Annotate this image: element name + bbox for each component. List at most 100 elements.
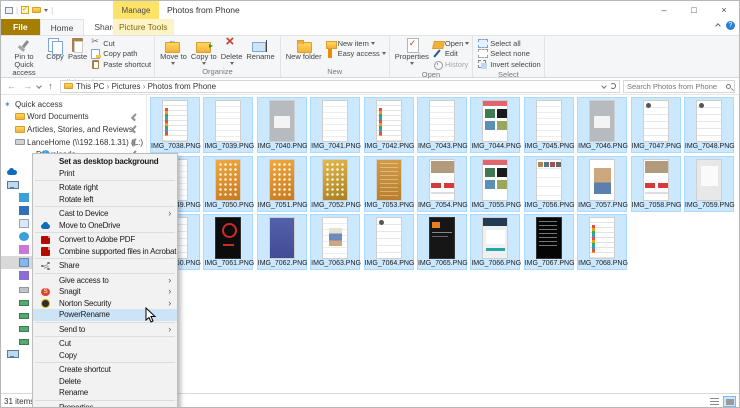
file-img-7039-png[interactable]: IMG_7039.PNG: [203, 97, 253, 153]
menu-item-rotate-right[interactable]: Rotate right: [33, 182, 177, 194]
menu-item-snagit[interactable]: SSnagit›: [33, 286, 177, 298]
qat-dropdown-icon[interactable]: [44, 9, 48, 12]
forward-button[interactable]: →: [21, 81, 34, 91]
ribbon-paste-shortcut-button[interactable]: Paste shortcut: [91, 59, 151, 70]
menu-item-copy[interactable]: Copy: [33, 350, 177, 362]
ribbon-edit-button[interactable]: Edit: [433, 49, 469, 60]
sidebar-item-word-documents[interactable]: Word Documents: [1, 111, 146, 124]
maximize-button[interactable]: □: [679, 1, 709, 19]
file-img-7038-png[interactable]: IMG_7038.PNG: [150, 97, 200, 153]
menu-item-cast-to-device[interactable]: Cast to Device›: [33, 208, 177, 220]
file-img-7067-png[interactable]: IMG_7067.PNG: [524, 214, 574, 270]
file-img-7057-png[interactable]: IMG_7057.PNG: [577, 156, 627, 212]
ribbon-copy-button[interactable]: Copy: [44, 37, 66, 62]
desktop-icon: [19, 206, 29, 215]
close-button[interactable]: ×: [709, 1, 739, 19]
menu-item-move-to-onedrive[interactable]: Move to OneDrive: [33, 220, 177, 232]
ribbon-select-none-button[interactable]: Select none: [478, 49, 540, 60]
menu-item-send-to[interactable]: Send to›: [33, 324, 177, 336]
breadcrumb-item-this-pc[interactable]: This PC: [76, 82, 104, 91]
file-thumbnail: [643, 159, 669, 201]
file-img-7047-png[interactable]: IMG_7047.PNG: [631, 97, 681, 153]
menu-item-convert-to-adobe-pdf[interactable]: Convert to Adobe PDF: [33, 234, 177, 246]
details-view-button[interactable]: [708, 396, 721, 407]
file-img-7064-png[interactable]: IMG_7064.PNG: [364, 214, 414, 270]
qat-folder-icon[interactable]: [32, 7, 41, 13]
file-img-7065-png[interactable]: IMG_7065.PNG: [417, 214, 467, 270]
menu-item-delete[interactable]: Delete: [33, 376, 177, 388]
menu-item-cut[interactable]: Cut: [33, 338, 177, 350]
collapse-ribbon-icon[interactable]: [715, 23, 721, 29]
back-button[interactable]: ←: [5, 81, 18, 91]
file-thumbnail: [215, 100, 241, 142]
file-img-7063-png[interactable]: IMG_7063.PNG: [310, 214, 360, 270]
breadcrumb-item-pictures[interactable]: Pictures: [112, 82, 141, 91]
file-img-7061-png[interactable]: IMG_7061.PNG: [203, 214, 253, 270]
menu-item-rename[interactable]: Rename: [33, 387, 177, 399]
dropdown-icon: [465, 42, 469, 45]
breadcrumb[interactable]: This PC › Pictures › Photos from Phone: [60, 80, 620, 93]
file-img-7055-png[interactable]: IMG_7055.PNG: [470, 156, 520, 212]
ribbon-copy-path-button[interactable]: Copy path: [91, 49, 151, 60]
up-button[interactable]: ↑: [44, 81, 57, 91]
menu-item-share[interactable]: Share: [33, 260, 177, 272]
ribbon-open-button[interactable]: Open: [433, 38, 469, 49]
file-img-7062-png[interactable]: IMG_7062.PNG: [257, 214, 307, 270]
help-icon[interactable]: ?: [726, 21, 735, 30]
ribbon-new-item-button[interactable]: New item: [326, 38, 386, 49]
file-img-7068-png[interactable]: IMG_7068.PNG: [577, 214, 627, 270]
file-img-7051-png[interactable]: IMG_7051.PNG: [257, 156, 307, 212]
address-dropdown-icon[interactable]: [601, 83, 607, 89]
file-img-7048-png[interactable]: IMG_7048.PNG: [684, 97, 734, 153]
file-img-7066-png[interactable]: IMG_7066.PNG: [470, 214, 520, 270]
sidebar-item-articles-stories-and-reviews[interactable]: Articles, Stories, and Reviews: [1, 123, 146, 136]
minimize-button[interactable]: –: [649, 1, 679, 19]
file-img-7058-png[interactable]: IMG_7058.PNG: [631, 156, 681, 212]
menu-item-create-shortcut[interactable]: Create shortcut: [33, 364, 177, 376]
file-img-7043-png[interactable]: IMG_7043.PNG: [417, 97, 467, 153]
qat-properties-icon[interactable]: [21, 6, 29, 14]
refresh-icon[interactable]: [610, 83, 616, 89]
ribbon-move-to-button[interactable]: Move to: [158, 37, 189, 66]
file-img-7041-png[interactable]: IMG_7041.PNG: [310, 97, 360, 153]
file-img-7053-png[interactable]: IMG_7053.PNG: [364, 156, 414, 212]
file-img-7050-png[interactable]: IMG_7050.PNG: [203, 156, 253, 212]
file-thumbnail: [589, 217, 615, 259]
ribbon-history-button[interactable]: History: [433, 59, 469, 70]
file-img-7046-png[interactable]: IMG_7046.PNG: [577, 97, 627, 153]
search-input[interactable]: [627, 82, 726, 91]
file-img-7044-png[interactable]: IMG_7044.PNG: [470, 97, 520, 153]
ribbon-delete-button[interactable]: Delete: [219, 37, 245, 66]
ribbon-rename-button[interactable]: Rename: [244, 37, 276, 62]
menu-item-print[interactable]: Print: [33, 168, 177, 180]
file-img-7056-png[interactable]: IMG_7056.PNG: [524, 156, 574, 212]
pdf-icon: [41, 236, 50, 245]
sidebar-item-quick-access[interactable]: ✶Quick access: [1, 98, 146, 111]
file-img-7052-png[interactable]: IMG_7052.PNG: [310, 156, 360, 212]
pictures-icon: [19, 258, 29, 267]
tab-home[interactable]: Home: [40, 19, 85, 35]
ribbon-easy-access-button[interactable]: Easy access: [326, 49, 386, 60]
ribbon-select-all-button[interactable]: Select all: [478, 38, 540, 49]
tab-picture-tools[interactable]: Picture Tools: [113, 19, 174, 35]
ribbon-properties-button[interactable]: Properties: [393, 37, 431, 66]
tab-file[interactable]: File: [1, 19, 40, 35]
ribbon-cut-button[interactable]: Cut: [91, 38, 151, 49]
sidebar-item-lancehome-192-168-1-31-l[interactable]: LanceHome (\\192.168.1.31) (L:): [1, 136, 146, 149]
menu-item-set-as-desktop-background[interactable]: Set as desktop background: [33, 156, 177, 168]
ribbon-new-folder-button[interactable]: New folder: [284, 37, 324, 62]
file-img-7042-png[interactable]: IMG_7042.PNG: [364, 97, 414, 153]
ribbon-copy-to-button[interactable]: Copy to: [189, 37, 219, 66]
ribbon-paste-button[interactable]: Paste: [66, 37, 89, 62]
menu-item-rotate-left[interactable]: Rotate left: [33, 194, 177, 206]
thumbnail-view-button[interactable]: [723, 396, 736, 407]
file-img-7045-png[interactable]: IMG_7045.PNG: [524, 97, 574, 153]
file-img-7054-png[interactable]: IMG_7054.PNG: [417, 156, 467, 212]
menu-item-combine-supported-files-in-acrobat[interactable]: Combine supported files in Acrobat...: [33, 246, 177, 258]
ribbon-invert-selection-button[interactable]: Invert selection: [478, 59, 540, 70]
ribbon-pin-to-quick-access-button[interactable]: Pin to Quick access: [4, 37, 44, 78]
file-img-7040-png[interactable]: IMG_7040.PNG: [257, 97, 307, 153]
menu-item-give-access-to[interactable]: Give access to›: [33, 275, 177, 287]
breadcrumb-item-photos-from-phone[interactable]: Photos from Phone: [148, 82, 216, 91]
file-img-7059-png[interactable]: IMG_7059.PNG: [684, 156, 734, 212]
